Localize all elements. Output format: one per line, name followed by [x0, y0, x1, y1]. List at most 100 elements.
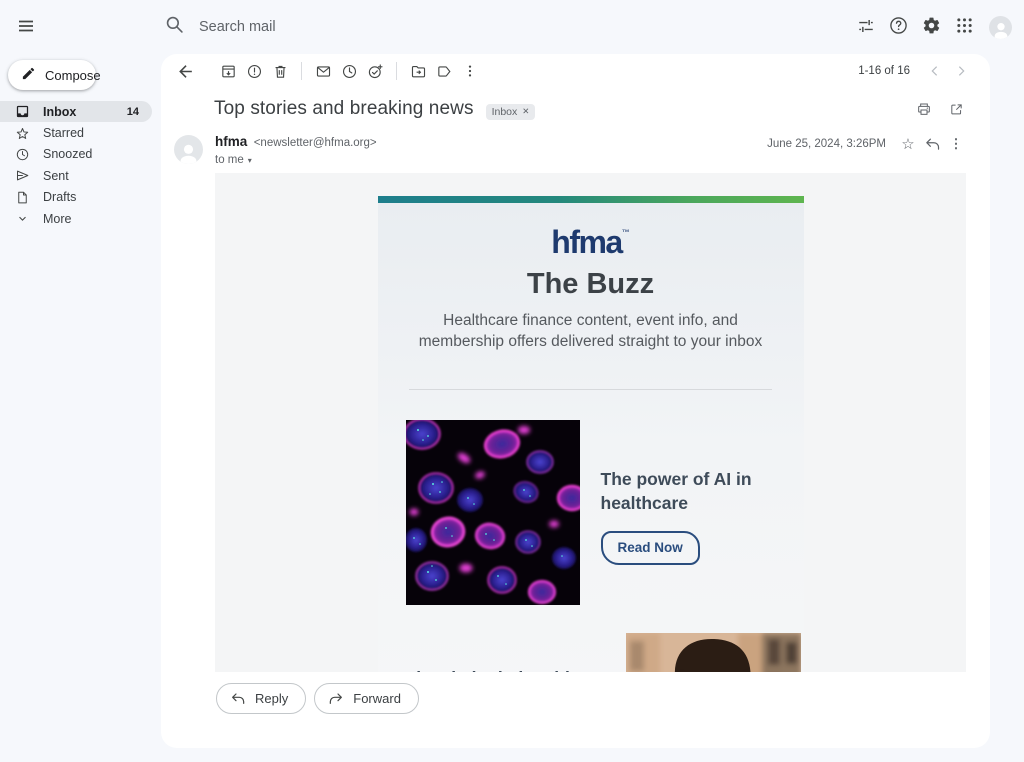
chip-label: Inbox — [491, 105, 518, 118]
inbox-label-chip[interactable]: Inbox ✕ — [485, 103, 536, 120]
sidebar-item-sent[interactable]: Sent — [0, 165, 152, 186]
newer-conversation-button[interactable] — [922, 58, 948, 84]
email-date: June 25, 2024, 3:26PM — [767, 138, 886, 150]
envelope-icon — [316, 65, 330, 77]
reply-icon-button[interactable] — [920, 132, 944, 156]
label-tag-icon — [437, 65, 451, 77]
snooze-button[interactable] — [336, 58, 362, 84]
report-spam-icon — [247, 64, 261, 78]
reply-label: Reply — [255, 691, 289, 706]
more-vert-icon — [468, 65, 472, 77]
settings-button[interactable] — [918, 14, 945, 41]
gear-icon — [922, 16, 941, 38]
newsletter: hfma™ The Buzz Healthcare finance conten… — [377, 196, 804, 672]
print-button[interactable] — [912, 97, 936, 121]
sidebar-item-label: Inbox — [43, 104, 77, 119]
article-title: The vital relationship between MDs and c… — [406, 633, 624, 672]
pagination-label: 1-16 of 16 — [858, 65, 910, 77]
open-in-new-icon — [950, 103, 962, 114]
article-mds-clinical: The vital relationship between MDs and c… — [378, 633, 804, 672]
sidebar-item-inbox[interactable]: Inbox 14 — [0, 101, 152, 123]
reply-arrow-icon — [232, 692, 245, 704]
topbar-actions — [849, 10, 1017, 44]
message-reply-actions: Reply Forward — [216, 683, 419, 714]
doctor-portrait-image — [625, 633, 801, 672]
search-icon — [165, 15, 184, 39]
sidebar-item-snoozed[interactable]: Snoozed — [0, 144, 152, 165]
sender-row: hfma <newsletter@hfma.org> to me ▾ June … — [174, 133, 968, 166]
newsletter-divider — [409, 389, 772, 391]
add-to-tasks-button[interactable] — [362, 58, 388, 84]
pencil-icon — [21, 66, 36, 84]
sidebar: Compose Inbox 14 Starred Snoozed Sent Dr… — [0, 54, 161, 762]
newsletter-title: The Buzz — [526, 268, 655, 300]
star-button[interactable]: ☆ — [896, 132, 920, 156]
forward-label: Forward — [353, 691, 401, 706]
sidebar-item-drafts[interactable]: Drafts — [0, 187, 152, 208]
star-icon — [14, 125, 30, 141]
recipient-label: to me — [215, 154, 244, 166]
search-bar[interactable]: Search mail — [165, 12, 276, 42]
forward-button[interactable]: Forward — [314, 683, 419, 714]
article-title: The power of AI in healthcare — [600, 469, 752, 514]
toolbar-more-button[interactable] — [457, 58, 483, 84]
archive-button[interactable] — [215, 58, 241, 84]
show-details-control[interactable]: to me ▾ — [215, 154, 377, 166]
toolbar-divider — [396, 62, 397, 80]
delete-button[interactable] — [267, 58, 293, 84]
main-menu-button[interactable] — [8, 9, 44, 45]
star-outline-icon: ☆ — [901, 136, 915, 153]
chevron-right-icon — [958, 66, 965, 76]
help-button[interactable] — [885, 14, 912, 41]
labels-button[interactable] — [431, 58, 457, 84]
folder-move-icon — [411, 65, 425, 77]
message-actions: June 25, 2024, 3:26PM ☆ ⋮ — [767, 133, 968, 155]
clock-icon — [14, 146, 30, 162]
sender-name: hfma — [215, 134, 248, 149]
chevron-left-icon — [931, 66, 938, 76]
read-now-button[interactable]: Read Now — [600, 530, 700, 565]
sidebar-item-starred[interactable]: Starred — [0, 122, 152, 143]
topbar: Search mail — [0, 0, 1024, 54]
search-options-button[interactable] — [852, 14, 879, 41]
chevron-down-icon — [14, 211, 30, 227]
open-in-new-button[interactable] — [944, 97, 968, 121]
apps-button[interactable] — [951, 14, 978, 41]
sidebar-item-label: Drafts — [43, 190, 77, 205]
back-button[interactable] — [172, 58, 198, 84]
sender-avatar[interactable] — [174, 135, 203, 164]
microscopy-cells-image — [402, 418, 587, 606]
sidebar-item-label: More — [43, 211, 72, 226]
help-icon — [889, 16, 908, 38]
more-vert-icon: ⋮ — [949, 136, 963, 151]
message-more-button[interactable]: ⋮ — [944, 132, 968, 156]
sidebar-item-label: Sent — [43, 168, 69, 183]
reply-arrow-icon — [925, 138, 939, 150]
sidebar-item-more[interactable]: More — [0, 208, 152, 229]
trash-icon — [275, 65, 285, 78]
draft-icon — [14, 189, 30, 205]
mark-unread-button[interactable] — [310, 58, 336, 84]
inbox-icon — [14, 104, 30, 120]
email-view-card: 1-16 of 16 Top stories and breaking news… — [161, 54, 990, 748]
sender-address: <newsletter@hfma.org> — [253, 137, 377, 149]
report-spam-button[interactable] — [241, 58, 267, 84]
compose-button[interactable]: Compose — [8, 60, 101, 90]
article-text-column: The power of AI in healthcare Read Now — [600, 420, 763, 605]
account-avatar[interactable] — [989, 15, 1012, 39]
arrow-left-icon — [178, 64, 192, 78]
snooze-clock-icon — [342, 64, 356, 78]
sidebar-item-label: Snoozed — [43, 147, 93, 162]
pagination-controls: 1-16 of 16 — [858, 58, 974, 84]
newsletter-gradient-bar — [377, 196, 804, 203]
sidebar-item-label: Starred — [43, 126, 84, 141]
older-conversation-button[interactable] — [948, 58, 974, 84]
reply-button[interactable]: Reply — [216, 683, 307, 714]
search-input[interactable]: Search mail — [199, 19, 276, 35]
show-details-icon: ▾ — [247, 155, 252, 165]
move-to-button[interactable] — [405, 58, 431, 84]
hfma-logo: hfma™ — [551, 224, 630, 260]
task-add-icon — [368, 63, 383, 78]
compose-label: Compose — [45, 67, 101, 83]
remove-label-icon[interactable]: ✕ — [522, 106, 529, 117]
